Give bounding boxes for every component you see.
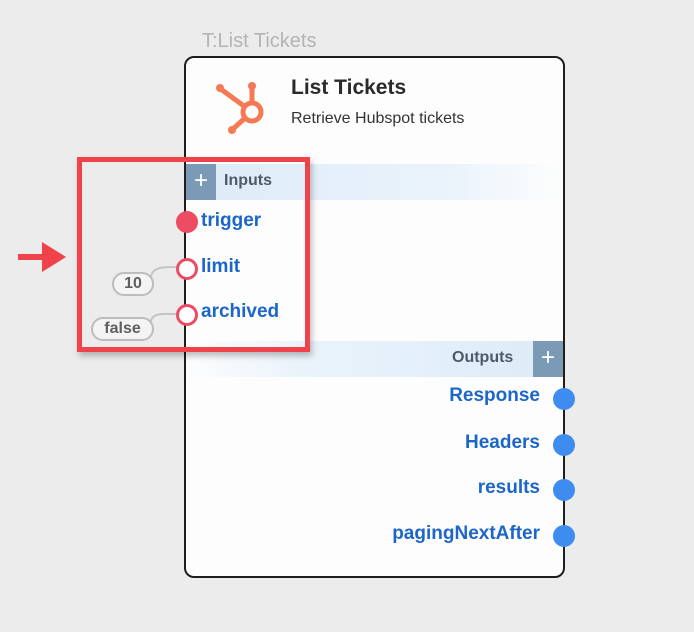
output-port-headers[interactable] — [553, 434, 575, 456]
canvas: T:List Tickets List Tickets Retrieve Hub… — [0, 0, 694, 632]
output-label-response: Response — [449, 385, 540, 406]
output-label-paging-next-after: pagingNextAfter — [392, 523, 540, 544]
add-output-button[interactable]: + — [533, 341, 563, 377]
output-port-paging-next-after[interactable] — [553, 525, 575, 547]
highlight-box — [77, 157, 310, 352]
output-port-results[interactable] — [553, 479, 575, 501]
output-label-results: results — [477, 477, 540, 498]
outputs-label: Outputs — [452, 349, 514, 366]
output-label-headers: Headers — [465, 432, 540, 453]
arrow-right-icon — [18, 242, 66, 272]
output-port-response[interactable] — [553, 388, 575, 410]
